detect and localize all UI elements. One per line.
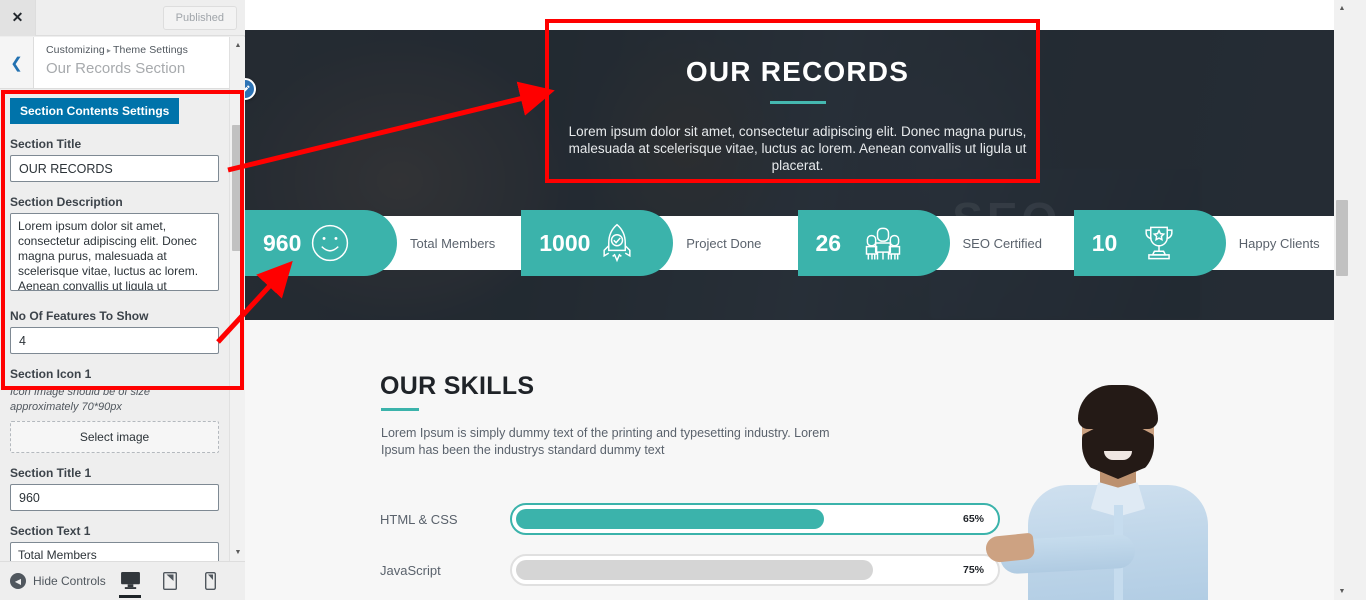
- counter-label: Project Done: [686, 235, 762, 251]
- section-text-1-textarea[interactable]: Total Members: [10, 542, 219, 561]
- rocket-icon: [592, 218, 642, 268]
- section-contents-settings-header[interactable]: Section Contents Settings: [10, 98, 180, 124]
- close-x-icon[interactable]: ✕: [0, 0, 36, 36]
- preview-top-spacer: [245, 0, 1350, 30]
- collapse-arrow-icon: ◀: [10, 573, 26, 589]
- skill-percent: 75%: [962, 564, 984, 576]
- skill-percent: 65%: [962, 513, 984, 525]
- panel-title: Our Records Section: [46, 60, 186, 77]
- tablet-icon[interactable]: [157, 566, 183, 596]
- breadcrumb-parent[interactable]: Theme Settings: [113, 44, 188, 56]
- sidebar-scrollbar[interactable]: ▲ ▼: [229, 37, 245, 561]
- hero-description: Lorem ipsum dolor sit amet, consectetur …: [568, 124, 1027, 173]
- field-label: Section Text 1: [10, 524, 91, 538]
- publish-button[interactable]: Published: [162, 5, 237, 30]
- team-group-icon: [858, 218, 908, 268]
- customizer-sidebar: ✕ Published ❮ Customizing ▸ Theme Settings…: [0, 0, 245, 600]
- breadcrumb: ❮ Customizing ▸ Theme Settings Our Records…: [0, 37, 229, 89]
- skill-bar-row: JavaScript 75%: [380, 549, 1000, 591]
- skills-title-underline: [381, 408, 419, 411]
- no-of-features-input[interactable]: [10, 327, 219, 354]
- counters-bar: 960 Total Members 1000 Project Done 26 S…: [245, 210, 1350, 276]
- counter-label: SEO Certified: [962, 235, 1042, 251]
- skills-title: OUR SKILLS: [380, 372, 535, 400]
- breadcrumb-text: Customizing ▸ Theme Settings Our Records S…: [34, 37, 198, 88]
- counter-item: 960 Total Members: [245, 210, 522, 276]
- hero-title-underline: [769, 101, 826, 104]
- breadcrumb-separator-icon: ▸: [106, 46, 111, 55]
- scroll-up-arrow-icon[interactable]: ▲: [1334, 0, 1350, 17]
- hero-records-section: SEO SEARCH ENGINE OPTIMIZATION OUR RECOR…: [245, 30, 1350, 320]
- skill-progress-fill: [516, 509, 824, 529]
- breadcrumb-root[interactable]: Customizing: [46, 44, 105, 56]
- hide-controls-button[interactable]: ◀ Hide Controls: [0, 573, 106, 589]
- counter-pill: 1000: [521, 210, 674, 276]
- field-section-description: Section Description Lorem ipsum dolor si…: [0, 195, 229, 296]
- customizer-footer: ◀ Hide Controls: [0, 561, 245, 600]
- skill-progress-track: 65%: [510, 503, 1000, 535]
- smiley-face-icon: [305, 218, 355, 268]
- skill-label: JavaScript: [380, 562, 441, 578]
- chevron-left-icon[interactable]: ❮: [0, 37, 34, 88]
- field-section-title: Section Title: [0, 137, 229, 182]
- counter-item: 10 Happy Clients: [1073, 210, 1350, 276]
- scroll-down-arrow-icon[interactable]: ▼: [1334, 583, 1350, 600]
- skill-progress-fill: [516, 560, 873, 580]
- field-label: Section Title 1: [10, 466, 92, 480]
- trophy-icon: [1134, 218, 1184, 268]
- counter-pill: 960: [245, 210, 397, 276]
- hero-title: OUR RECORDS: [685, 56, 910, 87]
- field-section-text-1: Section Text 1 Total Members: [0, 524, 229, 561]
- field-label: Section Icon 1: [10, 367, 92, 381]
- hide-controls-label: Hide Controls: [33, 574, 106, 588]
- skill-label: HTML & CSS: [380, 511, 458, 527]
- counter-pill: 26: [797, 210, 950, 276]
- settings-panel: Section Contents Settings Section Title …: [0, 90, 229, 561]
- field-label: Section Description: [10, 195, 123, 209]
- counter-number: 960: [263, 229, 302, 256]
- field-section-title-1: Section Title 1: [0, 466, 229, 511]
- field-help-text: Icon Image should be of size approximate…: [10, 386, 151, 413]
- scroll-up-arrow-icon[interactable]: ▲: [230, 37, 246, 54]
- scroll-down-arrow-icon[interactable]: ▼: [230, 544, 246, 561]
- customizer-header: ✕ Published: [0, 0, 245, 36]
- skills-description: Lorem Ipsum is simply dummy text of the …: [381, 426, 830, 457]
- counter-pill: 10: [1073, 210, 1226, 276]
- counter-label: Happy Clients: [1238, 235, 1320, 251]
- field-section-icon-1: Section Icon 1 Icon Image should be of s…: [0, 367, 229, 453]
- counter-number: 26: [815, 229, 842, 256]
- skills-section: OUR SKILLS Lorem Ipsum is simply dummy t…: [245, 320, 1350, 600]
- skill-progress-track: 75%: [510, 554, 1000, 586]
- counter-item: 1000 Project Done: [521, 210, 798, 276]
- field-no-of-features: No Of Features To Show: [0, 309, 229, 354]
- preview-scrollbar[interactable]: ▲ ▼: [1334, 0, 1350, 600]
- skills-bars: HTML & CSS 65% JavaScript 75%: [380, 498, 1000, 600]
- counter-label: Total Members: [410, 235, 496, 251]
- skill-bar-row: HTML & CSS 65%: [380, 498, 1000, 540]
- presenter-photo: [984, 385, 1240, 600]
- hero-content: OUR RECORDS Lorem ipsum dolor sit amet, …: [245, 30, 1350, 320]
- field-label: No Of Features To Show: [10, 309, 149, 323]
- desktop-icon[interactable]: [117, 566, 143, 598]
- mobile-icon[interactable]: [197, 566, 223, 596]
- section-title-input[interactable]: [10, 155, 219, 182]
- section-title-1-input[interactable]: [10, 484, 219, 511]
- device-preview-switcher: [117, 566, 245, 598]
- field-label: Section Title: [10, 137, 82, 151]
- customizer-screen: SEO SEARCH ENGINE OPTIMIZATION OUR RECOR…: [0, 0, 1366, 600]
- site-preview[interactable]: SEO SEARCH ENGINE OPTIMIZATION OUR RECOR…: [245, 0, 1350, 600]
- select-image-button[interactable]: Select image: [10, 421, 219, 453]
- breadcrumb-path: Customizing ▸ Theme Settings: [46, 43, 188, 58]
- counter-number: 10: [1091, 229, 1118, 256]
- sidebar-scroll-thumb[interactable]: [232, 125, 244, 251]
- section-description-textarea[interactable]: Lorem ipsum dolor sit amet, consectetur …: [10, 213, 219, 291]
- preview-scroll-thumb[interactable]: [1336, 200, 1348, 276]
- counter-item: 26 SEO Certified: [797, 210, 1074, 276]
- counter-number: 1000: [539, 229, 591, 256]
